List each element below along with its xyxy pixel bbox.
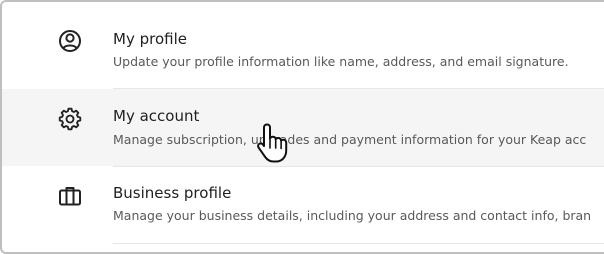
menu-item-title: My profile [113, 30, 187, 48]
menu-item-title: Business profile [113, 184, 232, 202]
menu-item-description: Manage your business details, including … [113, 208, 592, 223]
menu-item-my-profile[interactable]: My profile Update your profile informati… [2, 2, 604, 87]
gear-icon [56, 105, 84, 133]
menu-item-description: Manage subscription, upgrades and paymen… [113, 132, 587, 147]
divider [113, 243, 604, 244]
menu-item-business-profile[interactable]: Business profile Manage your business de… [2, 167, 604, 243]
user-circle-icon [56, 27, 84, 55]
settings-menu: My profile Update your profile informati… [0, 0, 604, 254]
briefcase-icon [56, 182, 84, 210]
menu-item-description: Update your profile information like nam… [113, 54, 569, 69]
menu-item-my-account[interactable]: My account Manage subscription, upgrades… [2, 89, 604, 166]
menu-item-title: My account [113, 107, 200, 125]
hand-pointer-icon [255, 122, 291, 164]
